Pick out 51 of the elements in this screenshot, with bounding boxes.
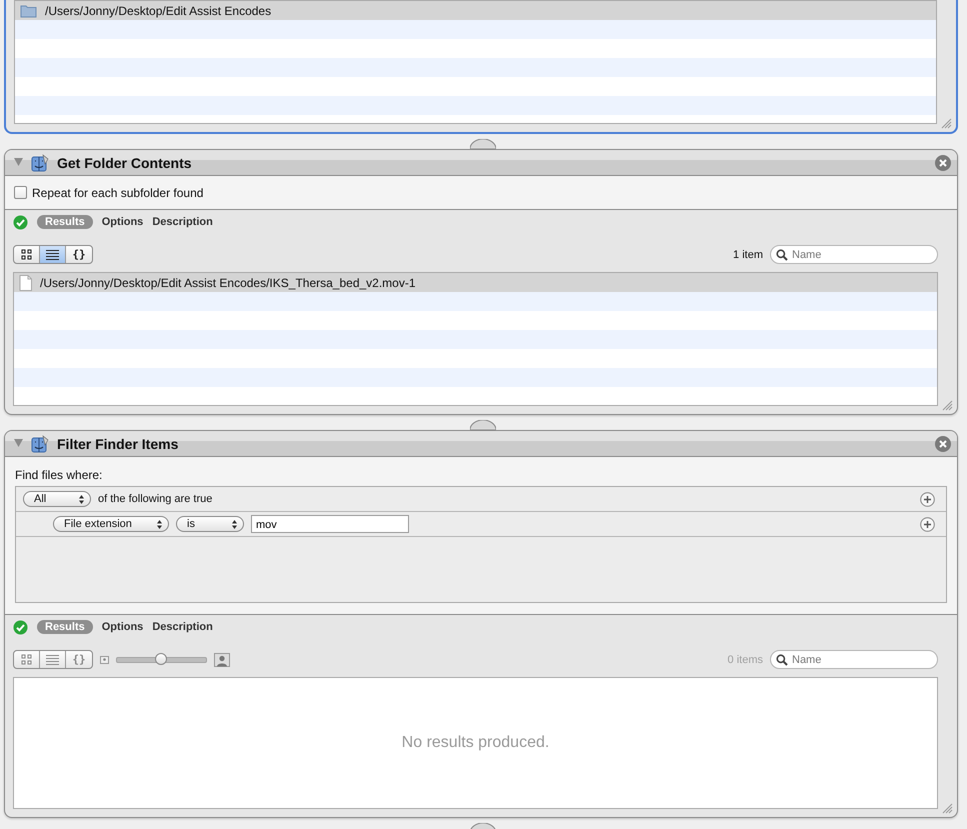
results-tab[interactable]: Description <box>152 620 213 634</box>
results-tab[interactable]: Options <box>102 215 144 229</box>
popup-button[interactable]: File extension <box>53 516 169 532</box>
list-icon <box>46 654 59 664</box>
item-count: 1 item <box>733 248 763 260</box>
document-icon <box>19 274 32 290</box>
plus-icon <box>920 492 935 506</box>
results-tab[interactable]: Description <box>152 215 213 229</box>
list-view-button[interactable] <box>40 246 66 263</box>
up-down-arrows-icon <box>79 494 84 504</box>
disclosure-triangle-icon[interactable] <box>14 439 23 448</box>
large-picture-icon <box>214 652 230 666</box>
popup-button[interactable]: is <box>176 516 244 532</box>
disclosure-triangle-icon[interactable] <box>14 158 23 167</box>
item-count: 0 items <box>728 654 763 666</box>
folder-icon <box>20 4 37 18</box>
slider-thumb[interactable] <box>154 652 167 664</box>
small-picture-icon <box>100 656 109 664</box>
filter-label: Find files where: <box>15 468 104 484</box>
action-title: Filter Finder Items <box>57 436 178 452</box>
search-icon <box>776 249 788 261</box>
finder-icon <box>31 434 49 452</box>
checkbox[interactable] <box>14 186 27 199</box>
results-tab[interactable]: Options <box>102 620 144 634</box>
up-down-arrows-icon <box>232 520 237 528</box>
search-field[interactable]: Name <box>770 650 938 669</box>
add-button[interactable] <box>920 516 935 532</box>
plus-icon <box>920 516 935 532</box>
list-row[interactable]: /Users/Jonny/Desktop/Edit Assist Encodes <box>15 1 936 20</box>
list-row[interactable]: /Users/Jonny/Desktop/Edit Assist Encodes/IKS_Thersa_bed_v2.mov-1 <box>14 273 937 292</box>
close-icon <box>939 158 947 166</box>
close-button[interactable] <box>935 154 951 170</box>
resize-grip-icon[interactable] <box>941 118 952 129</box>
add-button[interactable] <box>920 492 935 506</box>
list-icon <box>46 250 59 260</box>
finder-icon <box>31 154 49 172</box>
value-field[interactable]: mov <box>251 515 409 533</box>
empty-results-message: No results produced. <box>402 734 550 752</box>
search-field[interactable]: Name <box>770 245 938 264</box>
grid-icon <box>21 249 32 260</box>
grid-icon <box>21 654 32 665</box>
criteria-text: of the following are true <box>98 493 212 505</box>
up-down-arrows-icon <box>157 520 162 528</box>
popup-button[interactable]: All <box>23 491 91 507</box>
close-icon <box>939 440 947 448</box>
resize-grip-icon[interactable] <box>942 803 953 814</box>
action-title: Get Folder Contents <box>57 154 192 170</box>
close-button[interactable] <box>935 436 951 452</box>
search-icon <box>776 654 788 666</box>
resize-grip-icon[interactable] <box>942 400 953 411</box>
checkbox-label: Repeat for each subfolder found <box>32 186 204 200</box>
